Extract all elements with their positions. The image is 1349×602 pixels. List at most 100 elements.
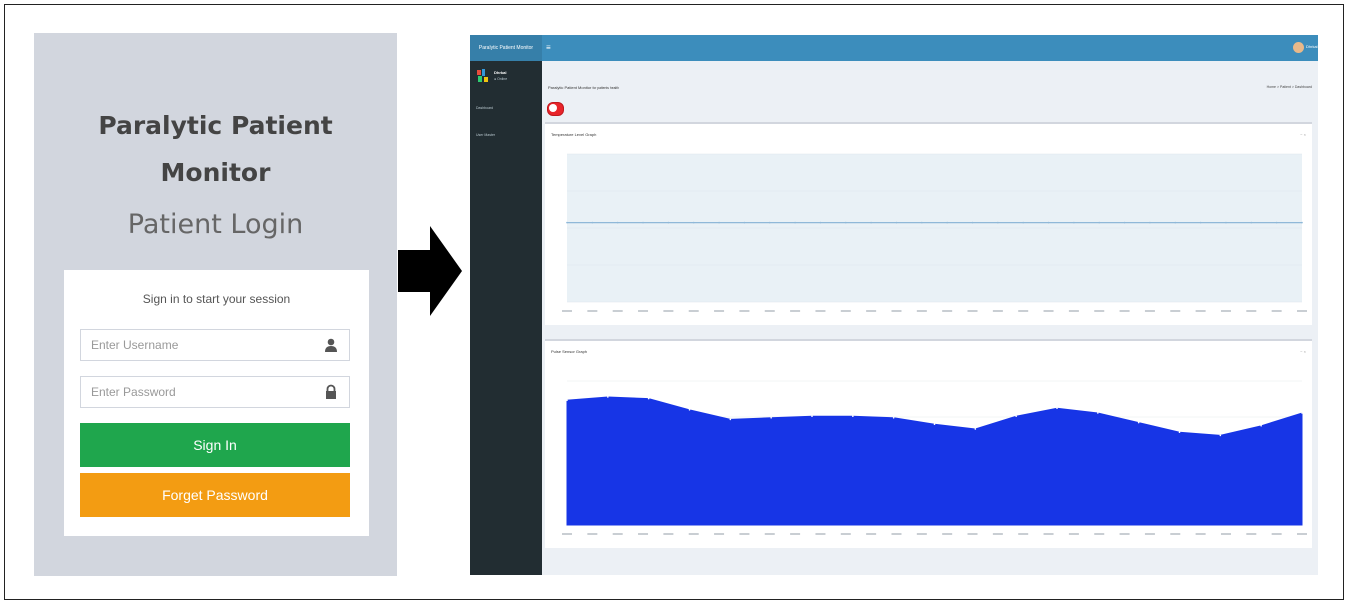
data-point <box>1073 221 1075 224</box>
data-point <box>852 415 854 417</box>
x-tick-label <box>866 533 877 535</box>
x-tick-label <box>1246 533 1257 535</box>
username-field[interactable] <box>80 329 350 361</box>
data-point <box>591 221 594 224</box>
data-point <box>811 415 813 417</box>
username-input[interactable] <box>81 330 331 360</box>
data-point <box>1098 221 1101 224</box>
x-tick-label <box>1195 533 1206 535</box>
data-point <box>1047 221 1050 224</box>
x-tick-label <box>1094 533 1105 535</box>
x-tick-label <box>587 533 598 535</box>
data-point <box>794 221 796 224</box>
data-point <box>1149 221 1151 224</box>
brand-logo-icon <box>477 69 488 82</box>
data-point <box>607 396 609 398</box>
data-point <box>1199 221 1202 224</box>
data-point <box>892 417 895 419</box>
data-point <box>1178 431 1181 433</box>
online-status: ● Online <box>494 77 508 81</box>
app-title-line2: Monitor <box>160 158 271 187</box>
x-tick-label <box>688 533 699 535</box>
x-tick-label <box>840 310 851 312</box>
pulse-chart <box>562 380 1307 535</box>
sidebar-user-name: Dhrkal <box>494 70 507 75</box>
pulse-series-area <box>566 396 1303 526</box>
data-point <box>1123 221 1126 224</box>
x-tick-label <box>790 533 801 535</box>
login-subtitle: Patient Login <box>127 209 304 240</box>
data-point <box>946 221 948 224</box>
temperature-chart-box: Temperature Level Graph − × <box>545 122 1312 325</box>
x-tick-label <box>1119 310 1130 312</box>
x-tick-label <box>967 533 978 535</box>
user-icon <box>325 338 337 352</box>
data-point <box>971 221 974 224</box>
monitor-toggle[interactable] <box>547 102 564 116</box>
data-point <box>1015 415 1017 417</box>
hamburger-icon[interactable]: ≡ <box>546 43 551 52</box>
x-tick-label <box>1068 533 1079 535</box>
x-tick-label <box>790 310 801 312</box>
sign-in-button[interactable]: Sign In <box>80 423 350 467</box>
sidebar-item-dashboard[interactable]: Dashboard <box>476 106 493 110</box>
data-point <box>768 221 771 224</box>
x-tick-label <box>638 533 649 535</box>
sidebar-item-user-master[interactable]: User Master <box>476 133 495 137</box>
data-point <box>1225 221 1227 224</box>
x-tick-label <box>942 310 953 312</box>
x-tick-label <box>663 310 674 312</box>
data-point <box>1219 434 1222 437</box>
x-tick-label <box>1144 533 1155 535</box>
avatar[interactable] <box>1293 42 1304 53</box>
app-title-line1: Paralytic Patient <box>98 111 333 140</box>
data-point <box>1174 221 1177 224</box>
x-tick-label <box>815 310 826 312</box>
x-tick-label <box>1043 310 1054 312</box>
x-tick-label <box>1094 310 1105 312</box>
data-point <box>1301 221 1303 224</box>
x-tick-label <box>1246 310 1257 312</box>
x-tick-label <box>638 310 649 312</box>
data-point <box>770 417 772 419</box>
x-tick-label <box>891 533 902 535</box>
data-point <box>718 221 720 224</box>
data-point <box>870 221 872 224</box>
x-tick-label <box>1271 310 1282 312</box>
login-box: Sign in to start your session Sign In Fo… <box>64 270 369 536</box>
password-input[interactable] <box>81 377 331 407</box>
data-point <box>974 428 977 430</box>
data-point <box>933 423 936 425</box>
pulse-chart-box: Pulse Sensor Graph − × <box>545 339 1312 548</box>
data-point <box>566 399 568 401</box>
data-point <box>1137 421 1140 424</box>
data-point <box>1022 221 1025 224</box>
page-title: Paralytic Patient Monitor for patients h… <box>548 85 619 90</box>
x-tick-label <box>916 310 927 312</box>
dashboard-logo[interactable]: Paralytic Patient Monitor <box>470 35 542 61</box>
x-tick-label <box>942 533 953 535</box>
x-tick-label <box>1170 533 1181 535</box>
x-tick-label <box>764 310 775 312</box>
data-point <box>647 397 650 400</box>
data-point <box>642 221 644 224</box>
x-tick-label <box>739 310 750 312</box>
x-tick-label <box>1220 310 1231 312</box>
password-field[interactable] <box>80 376 350 408</box>
x-tick-label <box>1195 310 1206 312</box>
data-point <box>667 221 670 224</box>
login-page: Paralytic Patient Monitor Patient Login … <box>34 33 397 576</box>
forget-password-button[interactable]: Forget Password <box>80 473 350 517</box>
data-point <box>566 221 568 224</box>
data-point <box>1056 407 1058 409</box>
header-user-name[interactable]: Dhrkal <box>1306 44 1318 49</box>
x-tick-label <box>587 310 598 312</box>
page-subtitle: for patients health <box>592 86 619 90</box>
x-tick-label <box>562 533 572 535</box>
breadcrumb: Home > Patient > Dashboard <box>1266 85 1312 89</box>
temperature-chart <box>562 153 1307 312</box>
data-point <box>844 221 847 224</box>
lock-icon <box>326 384 336 399</box>
data-point <box>1250 221 1253 224</box>
x-tick-label <box>1043 533 1054 535</box>
